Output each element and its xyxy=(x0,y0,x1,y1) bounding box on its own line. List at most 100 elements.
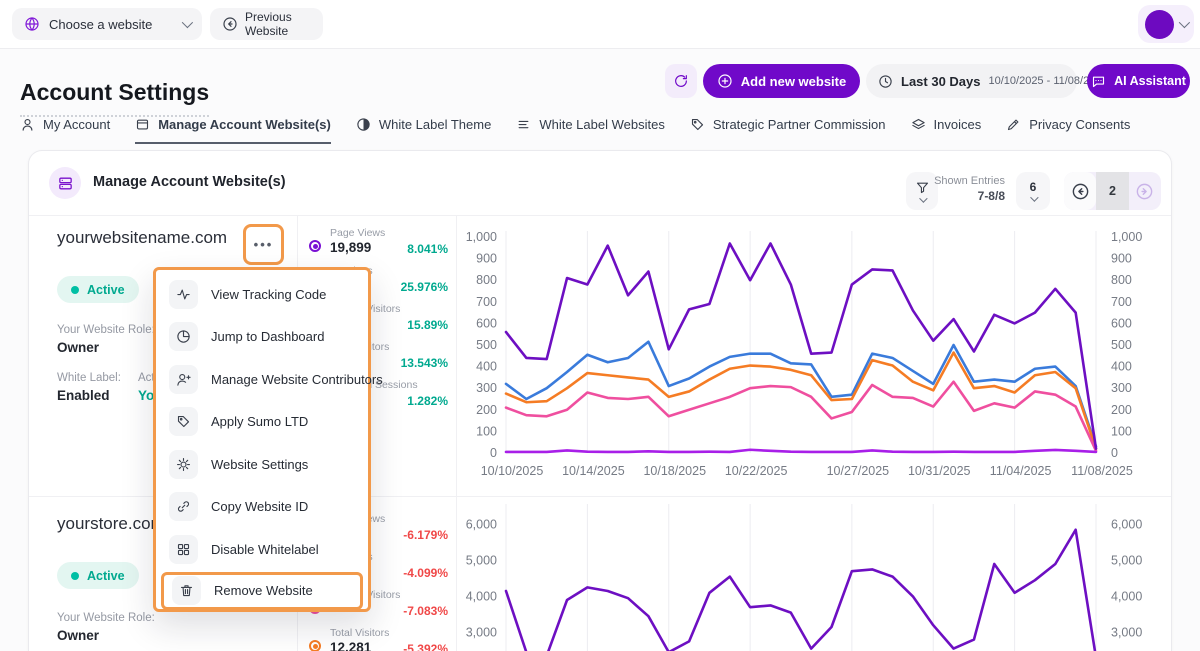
svg-text:200: 200 xyxy=(476,403,497,417)
white-label-label: White Label: xyxy=(57,372,121,384)
role-value: Owner xyxy=(57,628,99,643)
stat-percent: -6.179% xyxy=(403,528,448,542)
svg-text:100: 100 xyxy=(1111,424,1132,438)
chat-icon xyxy=(1091,74,1106,89)
globe-icon xyxy=(24,16,40,32)
svg-text:300: 300 xyxy=(1111,381,1132,395)
menu-item-copy-website-id[interactable]: Copy Website ID xyxy=(156,486,368,529)
shown-entries-value: 7-8/8 xyxy=(915,189,1005,203)
tab-label: Privacy Consents xyxy=(1029,117,1130,132)
svg-text:700: 700 xyxy=(1111,295,1132,309)
activity-glyph xyxy=(176,287,191,302)
page-size-select[interactable]: 6 xyxy=(1016,172,1050,210)
svg-text:10/31/2025: 10/31/2025 xyxy=(908,464,971,478)
svg-text:0: 0 xyxy=(1111,446,1118,460)
arrow-right-circle-icon xyxy=(1135,182,1154,201)
activity-icon xyxy=(169,280,198,309)
svg-text:5,000: 5,000 xyxy=(466,553,497,567)
svg-text:10/27/2025: 10/27/2025 xyxy=(827,464,890,478)
stat-page-views: Page Views 19,899 8.041% xyxy=(297,226,456,264)
trash-glyph xyxy=(179,583,194,598)
menu-item-label: Disable Whitelabel xyxy=(211,542,319,557)
svg-text:11/04/2025: 11/04/2025 xyxy=(990,464,1052,478)
tab-label: White Label Websites xyxy=(539,117,665,132)
previous-website-button[interactable]: Previous Website xyxy=(210,8,323,40)
top-bar: Choose a website Previous Website xyxy=(0,0,1200,49)
tab-my-account[interactable]: My Account xyxy=(20,112,110,144)
svg-text:600: 600 xyxy=(476,316,497,330)
refresh-button[interactable] xyxy=(665,64,697,98)
tab-privacy-consents[interactable]: Privacy Consents xyxy=(1006,112,1130,144)
grid-glyph xyxy=(176,542,191,557)
account-menu-button[interactable] xyxy=(1138,5,1194,43)
tab-strategic-partner-commission[interactable]: Strategic Partner Commission xyxy=(690,112,886,144)
gear-icon xyxy=(169,450,198,479)
traffic-chart: 0010010020020030030040040050050060060070… xyxy=(456,216,1172,497)
date-range-picker[interactable]: Last 30 Days 10/10/2025 - 11/08/2025 xyxy=(866,64,1077,98)
stat-percent: 8.041% xyxy=(407,242,448,256)
metric-ring-icon xyxy=(309,640,321,651)
menu-item-label: Manage Website Contributors xyxy=(211,372,383,387)
tab-label: Invoices xyxy=(934,117,982,132)
shown-entries: Shown Entries 7-8/8 xyxy=(915,175,1005,203)
previous-page-button[interactable] xyxy=(1064,172,1096,210)
tab-white-label-websites[interactable]: White Label Websites xyxy=(516,112,665,144)
previous-website-label: Previous Website xyxy=(245,10,311,38)
menu-item-label: Jump to Dashboard xyxy=(211,329,324,344)
panel-title: Manage Account Website(s) xyxy=(93,174,286,190)
website-actions-button[interactable]: ••• xyxy=(243,224,284,265)
stat-percent: 1.282% xyxy=(407,394,448,408)
dashboard-pie-icon xyxy=(169,322,198,351)
stat-total-visitors: Total Visitors 12,281 -5.392% xyxy=(297,626,456,651)
next-page-button-disabled[interactable] xyxy=(1129,172,1161,210)
tab-invoices[interactable]: Invoices xyxy=(911,112,982,144)
stat-percent: -5.392% xyxy=(403,642,448,651)
status-label: Active xyxy=(87,569,125,583)
ai-assistant-label: AI Assistant xyxy=(1114,74,1186,88)
website-picker-dropdown[interactable]: Choose a website xyxy=(12,8,202,40)
tag-glyph xyxy=(176,414,191,429)
svg-text:500: 500 xyxy=(1111,338,1132,352)
svg-text:3,000: 3,000 xyxy=(1111,625,1142,639)
svg-text:0: 0 xyxy=(490,446,497,460)
user-plus-icon xyxy=(169,365,198,394)
role-value: Owner xyxy=(57,340,99,355)
refresh-icon xyxy=(673,73,689,89)
menu-item-jump-to-dashboard[interactable]: Jump to Dashboard xyxy=(156,316,368,359)
user-plus-glyph xyxy=(176,372,191,387)
server-rows-icon xyxy=(49,167,81,199)
svg-text:800: 800 xyxy=(476,273,497,287)
svg-text:10/14/2025: 10/14/2025 xyxy=(562,464,625,478)
stat-percent: 13.543% xyxy=(401,356,448,370)
svg-text:6,000: 6,000 xyxy=(466,517,497,531)
tag-icon xyxy=(169,407,198,436)
clock-icon xyxy=(878,74,893,89)
website-picker-label: Choose a website xyxy=(49,17,152,32)
chevron-down-icon xyxy=(1030,193,1038,201)
tab-label: Strategic Partner Commission xyxy=(713,117,886,132)
website-actions-menu: View Tracking Code Jump to Dashboard Man… xyxy=(153,267,371,612)
menu-item-view-tracking-code[interactable]: View Tracking Code xyxy=(156,273,368,316)
tab-white-label-theme[interactable]: White Label Theme xyxy=(356,112,492,144)
status-dot xyxy=(71,286,79,294)
menu-item-website-settings[interactable]: Website Settings xyxy=(156,443,368,486)
shown-entries-label: Shown Entries xyxy=(915,175,1005,187)
stat-percent: -4.099% xyxy=(403,566,448,580)
link-glyph xyxy=(176,499,191,514)
menu-item-apply-sumo-ltd[interactable]: Apply Sumo LTD xyxy=(156,401,368,444)
svg-text:400: 400 xyxy=(476,360,497,374)
svg-text:4,000: 4,000 xyxy=(466,589,497,603)
svg-text:800: 800 xyxy=(1111,273,1132,287)
avatar xyxy=(1145,10,1174,39)
ai-assistant-button[interactable]: AI Assistant xyxy=(1087,64,1190,98)
menu-item-remove-website[interactable]: Remove Website xyxy=(161,572,363,610)
tab-manage-account-websites[interactable]: Manage Account Website(s) xyxy=(135,112,331,144)
menu-item-manage-website-contributors[interactable]: Manage Website Contributors xyxy=(156,358,368,401)
menu-item-disable-whitelabel[interactable]: Disable Whitelabel xyxy=(156,528,368,571)
dashboard-glyph xyxy=(176,329,191,344)
add-new-website-button[interactable]: Add new website xyxy=(703,64,860,98)
server-rows-glyph xyxy=(57,175,74,192)
svg-text:400: 400 xyxy=(1111,360,1132,374)
page-size-value: 6 xyxy=(1030,180,1037,194)
stat-value: 12,281 xyxy=(330,640,371,651)
